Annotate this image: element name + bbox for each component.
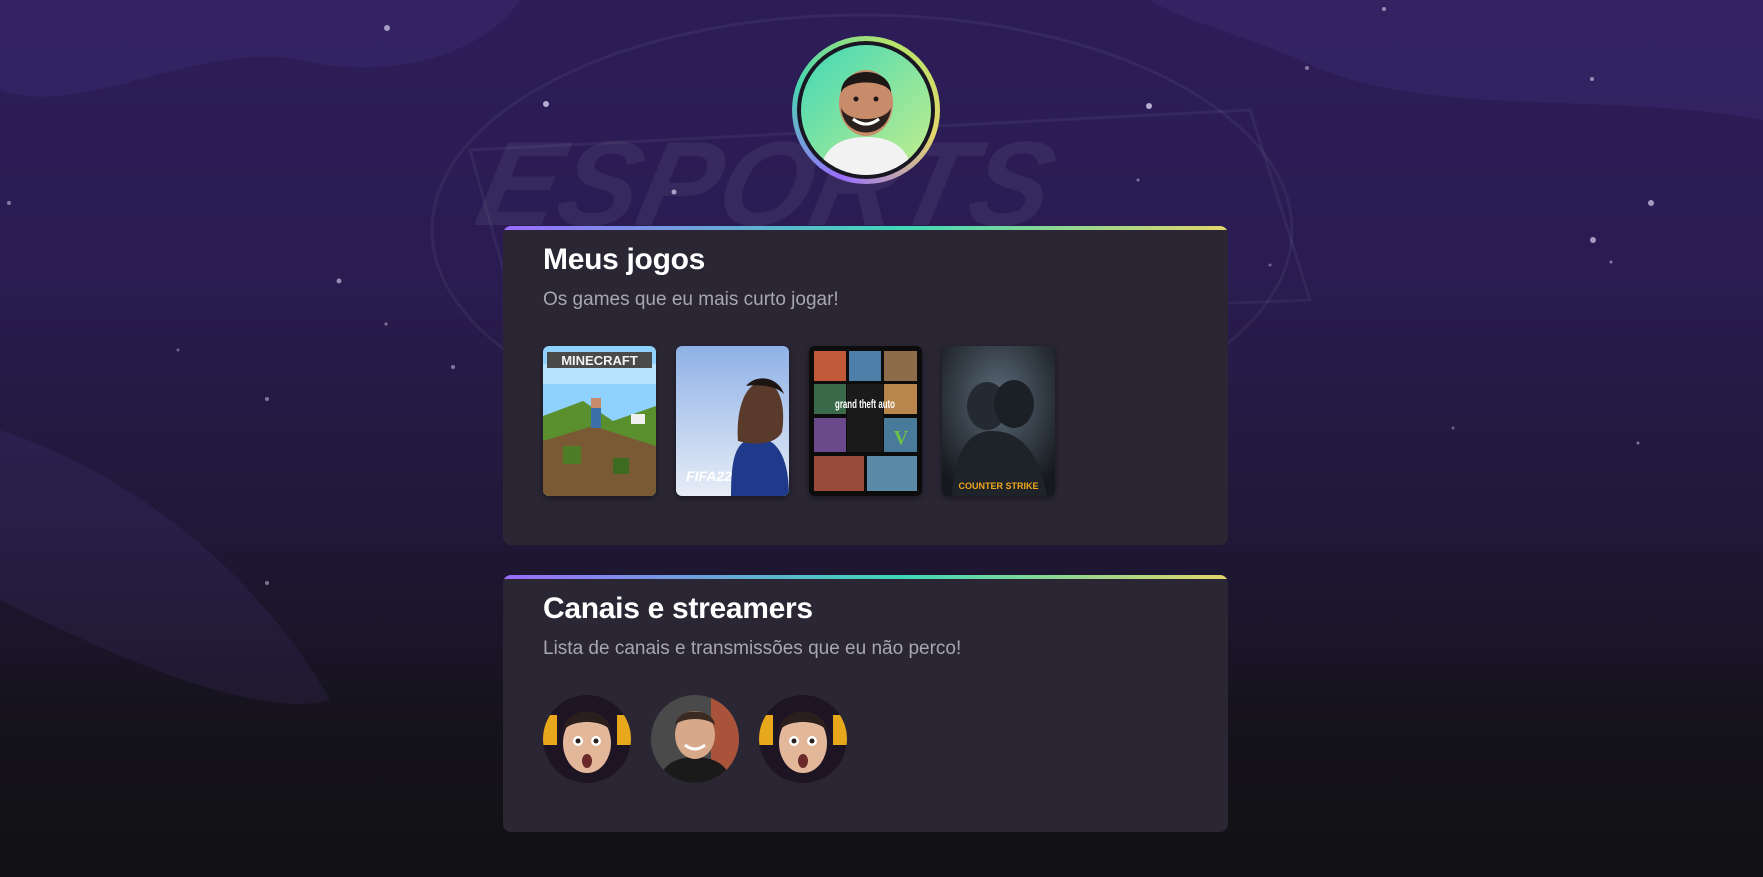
games-card: Meus jogos Os games que eu mais curto jo… <box>503 226 1228 545</box>
profile-photo <box>801 45 931 175</box>
streamers-card: Canais e streamers Lista de canais e tra… <box>503 575 1228 832</box>
svg-text:COUNTER STRIKE: COUNTER STRIKE <box>958 481 1038 491</box>
svg-text:MINECRAFT: MINECRAFT <box>561 353 638 368</box>
svg-text:FIFA22: FIFA22 <box>686 468 732 484</box>
games-title: Meus jogos <box>543 243 706 276</box>
games-subtitle: Os games que eu mais curto jogar! <box>543 289 839 310</box>
games-list: MINECRAFT FIFA22 grand theft auto V COUN… <box>543 346 1055 496</box>
streamers-subtitle: Lista de canais e transmissões que eu nã… <box>543 638 962 659</box>
svg-text:V: V <box>894 427 909 449</box>
streamer-avatar-1[interactable] <box>543 695 631 783</box>
streamers-title: Canais e streamers <box>543 592 813 625</box>
streamer-avatar-3[interactable] <box>759 695 847 783</box>
game-cover-fifa-22[interactable]: FIFA22 <box>676 346 789 496</box>
profile-avatar <box>792 36 940 184</box>
game-cover-minecraft[interactable]: MINECRAFT <box>543 346 656 496</box>
svg-text:grand theft auto: grand theft auto <box>835 397 895 411</box>
streamers-list <box>543 695 847 783</box>
streamer-avatar-2[interactable] <box>651 695 739 783</box>
game-cover-counter-strike[interactable]: COUNTER STRIKE <box>942 346 1055 496</box>
game-cover-gta-v[interactable]: grand theft auto V <box>809 346 922 496</box>
